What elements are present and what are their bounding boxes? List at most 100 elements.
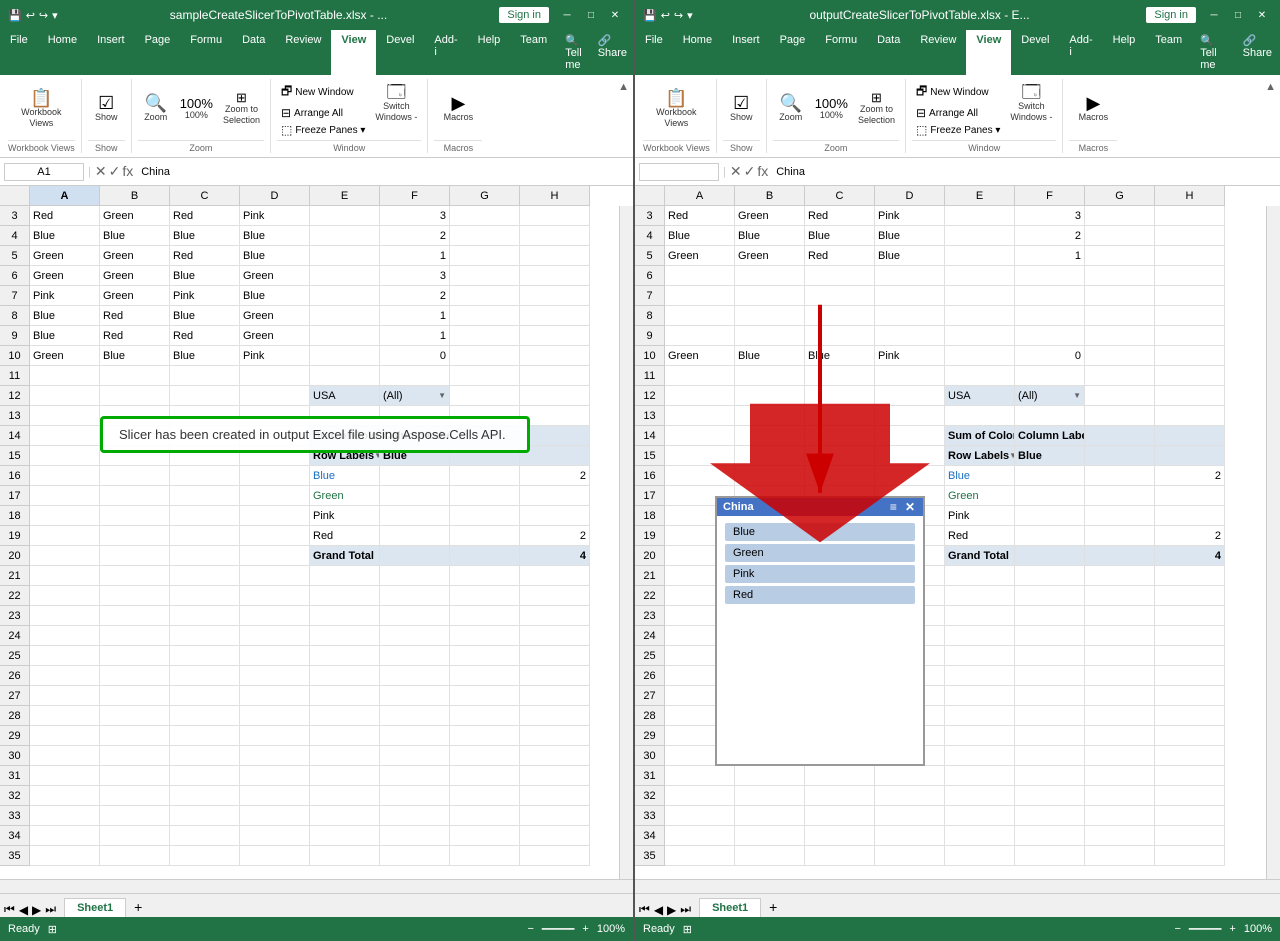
right-tab-devel[interactable]: Devel xyxy=(1011,30,1059,75)
cell-A5[interactable]: Green xyxy=(30,246,100,266)
left-quick-access[interactable]: 💾 ↩ ↪ ▾ xyxy=(8,9,58,22)
cell-C19[interactable] xyxy=(170,526,240,546)
cell-B12[interactable] xyxy=(100,386,170,406)
r-cell-B3[interactable]: Green xyxy=(735,206,805,226)
cell-E18[interactable]: Pink xyxy=(310,506,380,526)
cell-E17[interactable]: Green xyxy=(310,486,380,506)
r-cell-E10[interactable] xyxy=(945,346,1015,366)
cell-E9[interactable] xyxy=(310,326,380,346)
slicer-filter-button[interactable]: ≡ xyxy=(888,500,899,514)
slicer-item-pink[interactable]: Pink xyxy=(725,565,915,583)
left-formula-input[interactable] xyxy=(137,164,629,180)
left-row-8[interactable]: 8 xyxy=(0,306,29,326)
cell-A4[interactable]: Blue xyxy=(30,226,100,246)
right-tab-page[interactable]: Page xyxy=(770,30,816,75)
right-row-5[interactable]: 5 xyxy=(635,246,664,266)
left-row-6[interactable]: 6 xyxy=(0,266,29,286)
right-row-7[interactable]: 7 xyxy=(635,286,664,306)
cell-G7[interactable] xyxy=(450,286,520,306)
cell-H11[interactable] xyxy=(520,366,590,386)
redo-icon[interactable]: ↪ xyxy=(39,9,48,22)
left-tab-page[interactable]: Page xyxy=(135,30,181,75)
left-col-F[interactable]: F xyxy=(380,186,450,205)
save-icon[interactable]: 💾 xyxy=(8,9,22,22)
cell-B7[interactable]: Green xyxy=(100,286,170,306)
left-zoom-slider[interactable]: ━━━━━━ xyxy=(542,924,575,935)
r-cell-D5[interactable]: Blue xyxy=(875,246,945,266)
left-row-15[interactable]: 15 xyxy=(0,446,29,466)
right-row-25[interactable]: 25 xyxy=(635,646,664,666)
cell-H7[interactable] xyxy=(520,286,590,306)
right-scrollbar-h[interactable] xyxy=(635,879,1280,893)
cell-C5[interactable]: Red xyxy=(170,246,240,266)
r-cell-A4[interactable]: Blue xyxy=(665,226,735,246)
left-row-23[interactable]: 23 xyxy=(0,606,29,626)
cell-D8[interactable]: Green xyxy=(240,306,310,326)
right-row-34[interactable]: 34 xyxy=(635,826,664,846)
r-cell-G10[interactable] xyxy=(1085,346,1155,366)
cell-H4[interactable] xyxy=(520,226,590,246)
cell-B5[interactable]: Green xyxy=(100,246,170,266)
cell-A9[interactable]: Blue xyxy=(30,326,100,346)
cell-A8[interactable]: Blue xyxy=(30,306,100,326)
left-freeze-panes-button[interactable]: ⬚ Freeze Panes ▾ xyxy=(277,122,369,138)
cell-D4[interactable]: Blue xyxy=(240,226,310,246)
left-tab-home[interactable]: Home xyxy=(38,30,87,75)
r-cell-F14[interactable]: Column Labels xyxy=(1015,426,1085,446)
right-workbook-views-button[interactable]: 📋 WorkbookViews xyxy=(652,87,700,131)
r-cell-G4[interactable] xyxy=(1085,226,1155,246)
right-freeze-panes-button[interactable]: ⬚ Freeze Panes ▾ xyxy=(912,122,1004,138)
right-minimize-button[interactable]: ─ xyxy=(1204,5,1224,25)
left-col-C[interactable]: C xyxy=(170,186,240,205)
slicer-item-blue[interactable]: Blue xyxy=(725,523,915,541)
right-row-12[interactable]: 12 xyxy=(635,386,664,406)
cell-F8[interactable]: 1 xyxy=(380,306,450,326)
r-cell-E3[interactable] xyxy=(945,206,1015,226)
left-sign-in-button[interactable]: Sign in xyxy=(499,7,549,23)
right-row-19[interactable]: 19 xyxy=(635,526,664,546)
left-col-E[interactable]: E xyxy=(310,186,380,205)
cell-D19[interactable] xyxy=(240,526,310,546)
r-cell-E18[interactable]: Pink xyxy=(945,506,1015,526)
left-zoom-selection-button[interactable]: ⊞ Zoom toSelection xyxy=(219,89,264,128)
cell-B6[interactable]: Green xyxy=(100,266,170,286)
r-cell-C3[interactable]: Red xyxy=(805,206,875,226)
r-cell-E5[interactable] xyxy=(945,246,1015,266)
cell-C17[interactable] xyxy=(170,486,240,506)
left-row-31[interactable]: 31 xyxy=(0,766,29,786)
cell-D20[interactable] xyxy=(240,546,310,566)
right-row-26[interactable]: 26 xyxy=(635,666,664,686)
left-row-28[interactable]: 28 xyxy=(0,706,29,726)
right-col-B[interactable]: B xyxy=(735,186,805,205)
right-row-9[interactable]: 9 xyxy=(635,326,664,346)
left-col-A[interactable]: A xyxy=(30,186,100,205)
left-row-4[interactable]: 4 xyxy=(0,226,29,246)
cell-C16[interactable] xyxy=(170,466,240,486)
right-name-box[interactable] xyxy=(639,163,719,181)
left-workbook-views-button[interactable]: 📋 WorkbookViews xyxy=(17,87,65,131)
cell-F7[interactable]: 2 xyxy=(380,286,450,306)
cell-G17[interactable] xyxy=(450,486,520,506)
right-row-35[interactable]: 35 xyxy=(635,846,664,866)
cell-A3[interactable]: Red xyxy=(30,206,100,226)
left-row-22[interactable]: 22 xyxy=(0,586,29,606)
r-cell-E12[interactable]: USA xyxy=(945,386,1015,406)
r-cell-F15[interactable]: Blue xyxy=(1015,446,1085,466)
cell-E19[interactable]: Red xyxy=(310,526,380,546)
r-cell-G3[interactable] xyxy=(1085,206,1155,226)
cell-A16[interactable] xyxy=(30,466,100,486)
right-save-icon[interactable]: 💾 xyxy=(643,9,657,22)
r-cell-B5[interactable]: Green xyxy=(735,246,805,266)
right-row-3[interactable]: 3 xyxy=(635,206,664,226)
r-cell-H5[interactable] xyxy=(1155,246,1225,266)
cell-A20[interactable] xyxy=(30,546,100,566)
left-col-B[interactable]: B xyxy=(100,186,170,205)
cell-F19[interactable] xyxy=(380,526,450,546)
cell-H10[interactable] xyxy=(520,346,590,366)
cell-C3[interactable]: Red xyxy=(170,206,240,226)
r-cell-C10[interactable]: Blue xyxy=(805,346,875,366)
left-window-controls[interactable]: ─ □ ✕ xyxy=(557,5,625,25)
cell-D9[interactable]: Green xyxy=(240,326,310,346)
right-zoom-in-button[interactable]: + xyxy=(1229,923,1235,935)
left-tab-data[interactable]: Data xyxy=(232,30,275,75)
